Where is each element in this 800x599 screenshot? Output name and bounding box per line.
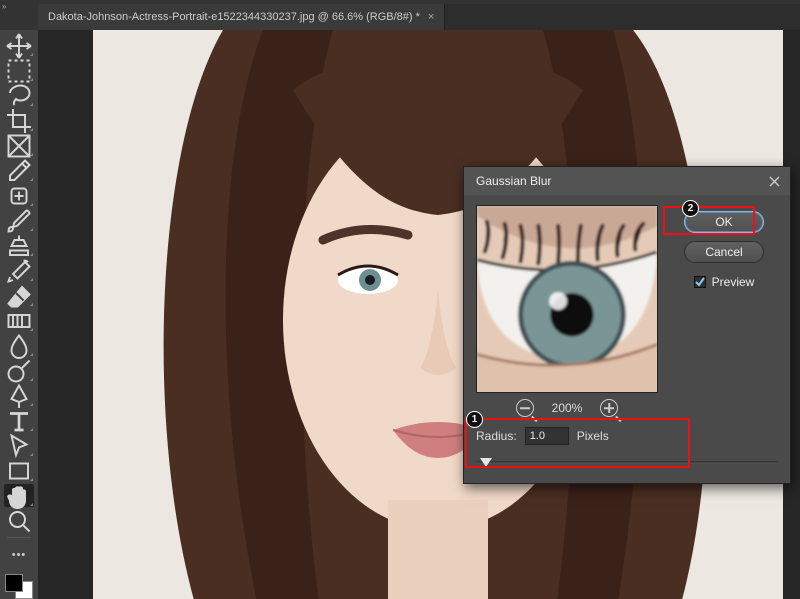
document-tab-label: Dakota-Johnson-Actress-Portrait-e1522344… <box>48 11 420 23</box>
gaussian-blur-dialog: Gaussian Blur <box>463 166 791 484</box>
eyedropper-tool[interactable] <box>4 159 34 182</box>
radius-input[interactable] <box>525 427 569 445</box>
dialog-titlebar[interactable]: Gaussian Blur <box>464 167 790 195</box>
toolbox: ••• <box>0 30 38 599</box>
annotation-badge-2: 2 <box>682 200 699 217</box>
dodge-tool[interactable] <box>4 359 34 382</box>
history-brush-tool[interactable] <box>4 259 34 282</box>
close-icon[interactable] <box>766 173 782 189</box>
radius-label: Radius: <box>476 429 517 443</box>
radius-slider[interactable] <box>476 455 778 469</box>
gradient-tool[interactable] <box>4 309 34 332</box>
eraser-tool[interactable] <box>4 284 34 307</box>
pen-tool[interactable] <box>4 384 34 407</box>
dialog-title: Gaussian Blur <box>476 174 551 188</box>
zoom-out-button[interactable] <box>516 399 534 417</box>
path-select-tool[interactable] <box>4 434 34 457</box>
preview-checkbox[interactable] <box>694 276 706 288</box>
document-tab-bar: Dakota-Johnson-Actress-Portrait-e1522344… <box>38 4 800 30</box>
lasso-tool[interactable] <box>4 84 34 107</box>
blur-tool[interactable] <box>4 334 34 357</box>
slider-thumb[interactable] <box>480 458 492 467</box>
move-tool[interactable] <box>4 34 34 57</box>
filter-preview[interactable] <box>476 205 658 393</box>
color-swatches[interactable] <box>5 574 33 599</box>
type-tool[interactable] <box>4 409 34 432</box>
preview-label: Preview <box>712 275 755 289</box>
annotation-badge-1: 1 <box>466 411 483 428</box>
radius-units: Pixels <box>577 429 609 443</box>
zoom-percent: 200% <box>552 401 583 415</box>
zoom-in-button[interactable] <box>600 399 618 417</box>
frame-tool[interactable] <box>4 134 34 157</box>
document-tab[interactable]: Dakota-Johnson-Actress-Portrait-e1522344… <box>38 4 445 30</box>
edit-toolbar[interactable]: ••• <box>4 545 34 566</box>
foreground-color-swatch[interactable] <box>5 574 23 592</box>
hand-tool[interactable] <box>4 484 34 507</box>
brush-tool[interactable] <box>4 209 34 232</box>
healing-brush-tool[interactable] <box>4 184 34 207</box>
panel-expand-icon[interactable]: » <box>2 2 6 11</box>
cancel-button[interactable]: Cancel <box>684 241 764 263</box>
crop-tool[interactable] <box>4 109 34 132</box>
rectangle-tool[interactable] <box>4 459 34 482</box>
zoom-tool[interactable] <box>4 509 34 532</box>
marquee-tool[interactable] <box>4 59 34 82</box>
close-icon[interactable]: × <box>428 11 434 23</box>
clone-stamp-tool[interactable] <box>4 234 34 257</box>
